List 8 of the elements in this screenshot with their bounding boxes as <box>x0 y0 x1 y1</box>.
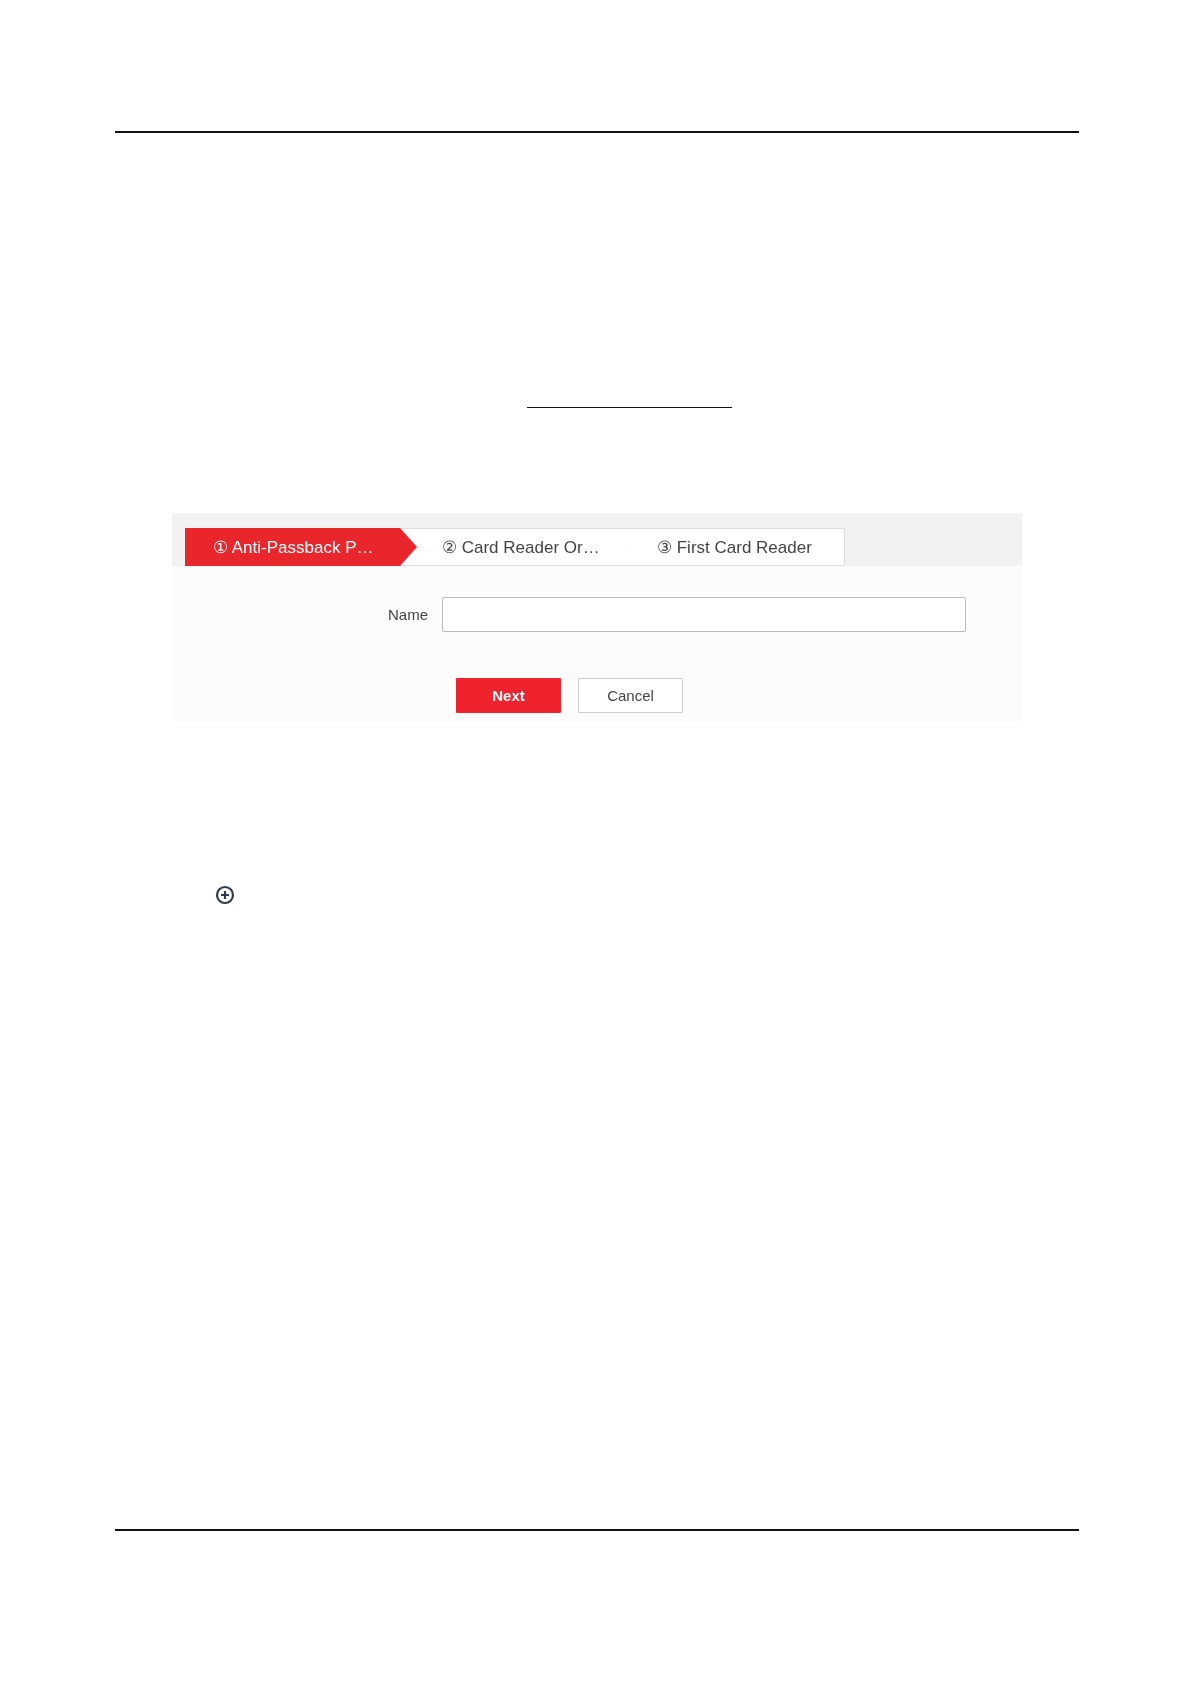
wizard-step[interactable]: ① Anti-Passback P… <box>185 528 417 566</box>
wizard-step[interactable]: ② Card Reader Or… <box>400 528 632 566</box>
add-icon[interactable] <box>215 885 235 905</box>
cancel-button[interactable]: Cancel <box>578 678 683 713</box>
next-button[interactable]: Next <box>456 678 561 713</box>
wizard-step[interactable]: ③ First Card Reader <box>615 528 845 566</box>
field-label: Name <box>387 606 429 623</box>
name-field[interactable] <box>442 597 966 632</box>
